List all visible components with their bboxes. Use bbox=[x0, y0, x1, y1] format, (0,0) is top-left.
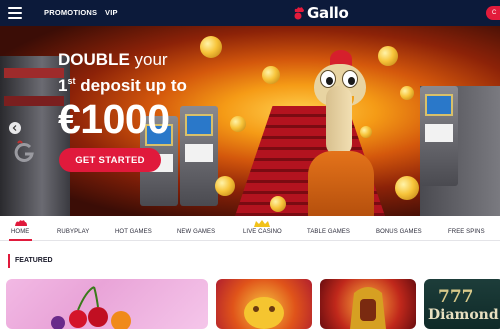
get-started-button[interactable]: GET STARTED bbox=[59, 148, 161, 172]
headline-deposit: deposit up to bbox=[80, 76, 187, 95]
brand-logo[interactable]: Gallo bbox=[293, 2, 349, 24]
category-hot-games[interactable]: HOT GAMES bbox=[115, 229, 152, 235]
piggy-bank-icon bbox=[244, 297, 284, 329]
headline-bold: DOUBLE bbox=[58, 50, 130, 69]
game-card-piggy[interactable] bbox=[216, 279, 312, 329]
category-live-casino[interactable]: LIVE CASINO bbox=[243, 229, 282, 235]
game-card-pharaoh[interactable] bbox=[320, 279, 416, 329]
bonus-amount: €1000 bbox=[58, 96, 170, 142]
category-new-games[interactable]: NEW GAMES bbox=[177, 229, 215, 235]
rooster-logo-icon bbox=[294, 7, 304, 20]
category-table-games[interactable]: TABLE GAMES bbox=[307, 229, 350, 235]
rooster-icon bbox=[15, 220, 27, 226]
card-title-777: 777 bbox=[438, 287, 474, 307]
gold-coin bbox=[378, 46, 398, 66]
card-title-diamond: Diamond bbox=[428, 307, 499, 323]
crown-icon bbox=[254, 220, 270, 227]
hero-headline: DOUBLE your 1st deposit up to €1000 bbox=[58, 50, 187, 141]
carousel-prev-button[interactable] bbox=[9, 122, 21, 134]
featured-heading: FEATURED bbox=[8, 254, 53, 268]
gold-coin bbox=[400, 86, 414, 100]
cherries-icon bbox=[51, 286, 131, 329]
chevron-left-icon bbox=[12, 125, 17, 131]
menu-icon[interactable] bbox=[8, 7, 22, 19]
category-free-spins[interactable]: FREE SPINS bbox=[448, 229, 485, 235]
gallo-watermark-icon bbox=[14, 140, 34, 162]
gold-coin bbox=[230, 116, 246, 132]
gold-coin bbox=[200, 36, 222, 58]
nav-promotions[interactable]: PROMOTIONS bbox=[44, 8, 97, 17]
category-bonus-games[interactable]: BONUS GAMES bbox=[376, 229, 422, 235]
pharaoh-mask-icon bbox=[350, 287, 386, 329]
gold-coin bbox=[262, 66, 280, 84]
category-nav: HOME RUBYPLAY HOT GAMES NEW GAMES LIVE C… bbox=[0, 216, 500, 241]
game-card-fruit[interactable] bbox=[6, 279, 208, 329]
slot-machine-image bbox=[420, 86, 458, 186]
top-cta-button[interactable]: C bbox=[486, 6, 500, 20]
category-rubyplay[interactable]: RUBYPLAY bbox=[57, 229, 89, 235]
gold-coin bbox=[215, 176, 235, 196]
nav-vip[interactable]: VIP bbox=[105, 8, 118, 17]
brand-name: Gallo bbox=[307, 4, 349, 22]
gold-coin bbox=[395, 176, 419, 200]
headline-light: your bbox=[134, 50, 168, 69]
hero-banner[interactable]: DOUBLE your 1st deposit up to €1000 GET … bbox=[0, 26, 500, 216]
category-home[interactable]: HOME bbox=[11, 229, 29, 235]
headline-ordinal-suffix: st bbox=[67, 76, 76, 86]
rooster-mascot bbox=[300, 46, 380, 216]
top-bar: PROMOTIONS VIP Gallo C bbox=[0, 0, 500, 26]
gold-coin bbox=[270, 196, 286, 212]
game-card-777-diamond[interactable]: 777 Diamond bbox=[424, 279, 500, 329]
active-tab-indicator bbox=[9, 239, 32, 241]
